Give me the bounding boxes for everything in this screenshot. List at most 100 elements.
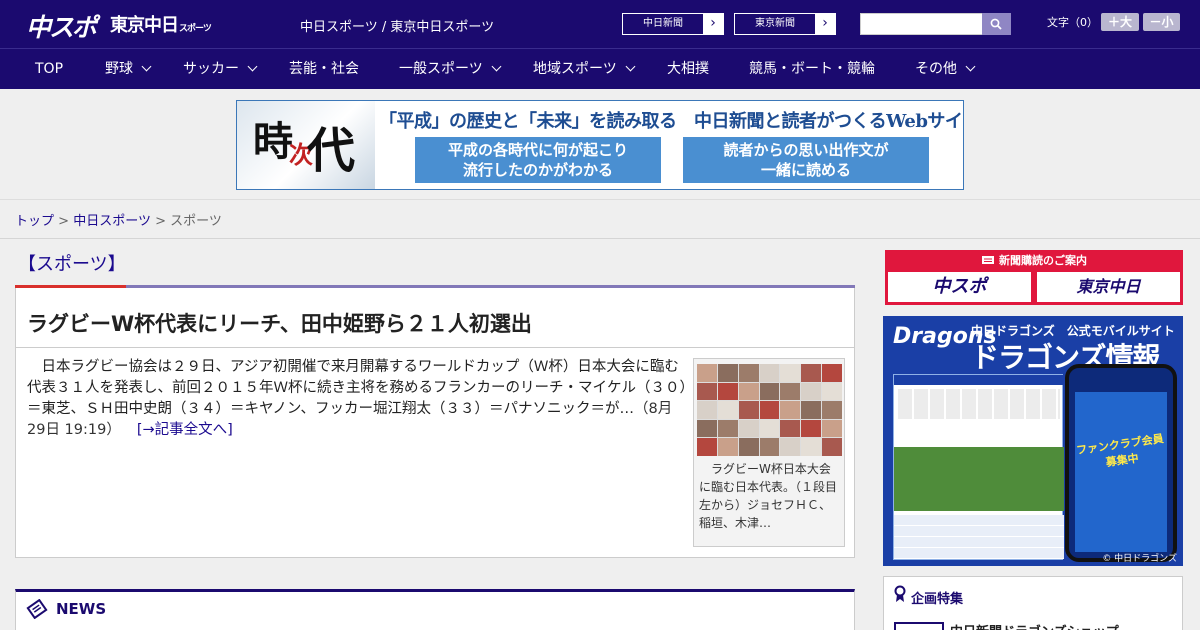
chuspo-subscribe-logo[interactable]: 中スポ (888, 272, 1031, 302)
photo-tile (759, 419, 780, 438)
photo-tile (717, 401, 738, 419)
banner-area: 時 次 代 「平成」の歴史と「未来」を読み取る 中日新聞と読者がつくるWebサイ… (0, 89, 1200, 200)
nav-item-top[interactable]: TOP (35, 49, 63, 90)
special-feature-link[interactable]: 中日新聞ドラゴンズショップ (950, 621, 1119, 630)
photo-tile (697, 382, 717, 401)
photo-tile (717, 364, 738, 382)
image-caption: ラグビーW杯日本大会に臨む日本代表。（１段目左から）ジョセフＨＣ、稲垣、木津… (699, 462, 838, 530)
tokyo-chunichi-logo[interactable]: 東京中日スポーツ (110, 11, 212, 37)
banner-kanji-1: 時 (253, 118, 293, 165)
article-summary: 日本ラグビー協会は２９日、アジア初開催で来月開幕するワールドカップ（Ｗ杯）日本大… (27, 357, 687, 441)
top-header: 中スポ 東京中日スポーツ 中日スポーツ / 東京中日スポーツ 中日新聞 › 東京… (0, 0, 1200, 48)
nav-item-local-sports[interactable]: 地域スポーツ (533, 49, 636, 90)
photo-tile (759, 364, 780, 382)
nav-item-general-sports[interactable]: 一般スポーツ (399, 49, 502, 90)
scoreboard-grid (898, 389, 1060, 419)
search-button[interactable] (982, 13, 1011, 35)
nav-item-sumo[interactable]: 大相撲 (667, 49, 709, 90)
banner-box-line: 一緒に読める (760, 161, 851, 179)
nav-item-baseball[interactable]: 野球 (105, 49, 152, 90)
chevron-down-icon (491, 61, 502, 72)
photo-tile (822, 438, 842, 456)
nav-item-entertainment[interactable]: 芸能・社会 (289, 49, 359, 90)
photo-tile (697, 438, 717, 456)
banner-box-right: 読者からの思い出作文が 一緒に読める (683, 137, 929, 183)
photo-tile (780, 401, 801, 419)
font-size-label: 文字（0） (1047, 16, 1098, 29)
photo-tile (822, 419, 842, 438)
photo-tile (780, 419, 801, 438)
photo-tile (697, 419, 717, 438)
font-size-down-button[interactable]: －小 (1143, 13, 1180, 31)
tokyo-chunichi-subscribe-logo[interactable]: 東京中日 (1037, 272, 1180, 302)
photo-tile (801, 364, 822, 382)
photo-tile (738, 438, 759, 456)
site-title: 中日スポーツ / 東京中日スポーツ (300, 20, 495, 35)
breadcrumb-category-link[interactable]: 中日スポーツ (73, 214, 151, 229)
font-size-up-button[interactable]: ＋大 (1101, 13, 1139, 31)
dragons-copyright: © 中日ドラゴンズ (1102, 554, 1177, 564)
banner-box-line: 読者からの思い出作文が (723, 141, 889, 159)
chevron-down-icon (141, 61, 152, 72)
dragons-shop-thumbnail[interactable] (894, 622, 944, 630)
divider (0, 238, 1200, 239)
photo-tile (822, 382, 842, 401)
chuspo-logo[interactable]: 中スポ (26, 8, 97, 44)
photo-tile (759, 438, 780, 456)
article-figure[interactable]: ラグビーW杯日本大会に臨む日本代表。（１段目左から）ジョセフＨＣ、稲垣、木津… (693, 358, 845, 547)
breadcrumb-current: スポーツ (170, 214, 222, 229)
dragons-mobile-ad[interactable]: Dragons 中日ドラゴンズ 公式モバイルサイト ドラゴンズ情報 ファンクラブ… (883, 316, 1183, 566)
nav-item-label: TOP (35, 61, 64, 77)
photo-tile (759, 401, 780, 419)
chevron-down-icon (247, 61, 258, 72)
photo-tile (801, 438, 822, 456)
photo-tile (717, 438, 738, 456)
team-photo (697, 364, 842, 456)
photo-tile (780, 438, 801, 456)
special-features-title: 企画特集 (911, 592, 964, 607)
stats-rows (894, 515, 1064, 559)
subscription-box[interactable]: 新聞購読のご案内 中スポ 東京中日 (885, 250, 1183, 305)
article-body-text: 日本ラグビー協会は２９日、アジア初開催で来月開幕するワールドカップ（Ｗ杯）日本大… (27, 359, 687, 417)
banner-kanji-3: 代 (307, 123, 356, 179)
banner-box-left: 平成の各時代に何が起こり 流行したのかがわかる (415, 137, 661, 183)
nav-item-label: 芸能・社会 (289, 61, 359, 77)
newspaper-icon (982, 256, 994, 264)
photo-tile (717, 419, 738, 438)
search-icon (990, 18, 1002, 30)
search-input[interactable] (860, 13, 983, 35)
photo-tile (738, 419, 759, 438)
nav-item-label: その他 (915, 61, 957, 77)
breadcrumb-separator: > (155, 214, 166, 229)
photo-tile (738, 382, 759, 401)
photo-tile (738, 364, 759, 382)
nav-item-soccer[interactable]: サッカー (183, 49, 258, 90)
tokyo-logo-small: スポーツ (179, 24, 212, 34)
article-headline[interactable]: ラグビーW杯代表にリーチ、田中姫野ら２１人初選出 (27, 308, 532, 338)
news-section: NEWS (15, 589, 855, 630)
photo-tile (822, 364, 842, 382)
nav-item-label: 地域スポーツ (533, 61, 617, 77)
nav-item-racing[interactable]: 競馬・ボート・競輪 (749, 49, 875, 90)
breadcrumb-home-link[interactable]: トップ (15, 214, 54, 229)
fanclub-text: ファンクラブ会員募集中 (1075, 432, 1165, 470)
photo-tile (759, 382, 780, 401)
photo-tile (822, 401, 842, 419)
nav-item-label: 競馬・ボート・競輪 (749, 61, 875, 77)
scoreboard-screenshot (893, 374, 1064, 560)
nav-item-other[interactable]: その他 (915, 49, 976, 90)
jidai-banner[interactable]: 時 次 代 「平成」の歴史と「未来」を読み取る 中日新聞と読者がつくるWebサイ… (236, 100, 964, 190)
article-card: ラグビーW杯代表にリーチ、田中姫野ら２１人初選出 日本ラグビー協会は２９日、アジ… (15, 288, 855, 558)
chevron-down-icon (965, 61, 976, 72)
read-full-article-link[interactable]: [→記事全文へ] (137, 422, 233, 438)
newspaper-icon (26, 599, 48, 619)
tokyo-shimbun-button[interactable]: 東京新聞 › (734, 13, 836, 35)
divider (16, 347, 854, 348)
photo-tile (697, 401, 717, 419)
banner-logo-area: 時 次 代 (237, 101, 375, 189)
banner-box-line: 平成の各時代に何が起こり (447, 141, 628, 159)
chevron-down-icon (625, 61, 636, 72)
chunichi-shimbun-button[interactable]: 中日新聞 › (622, 13, 724, 35)
main-nav: TOP 野球 サッカー 芸能・社会 一般スポーツ 地域スポーツ 大相撲 競馬・ボ… (0, 48, 1200, 89)
photo-tile (738, 401, 759, 419)
